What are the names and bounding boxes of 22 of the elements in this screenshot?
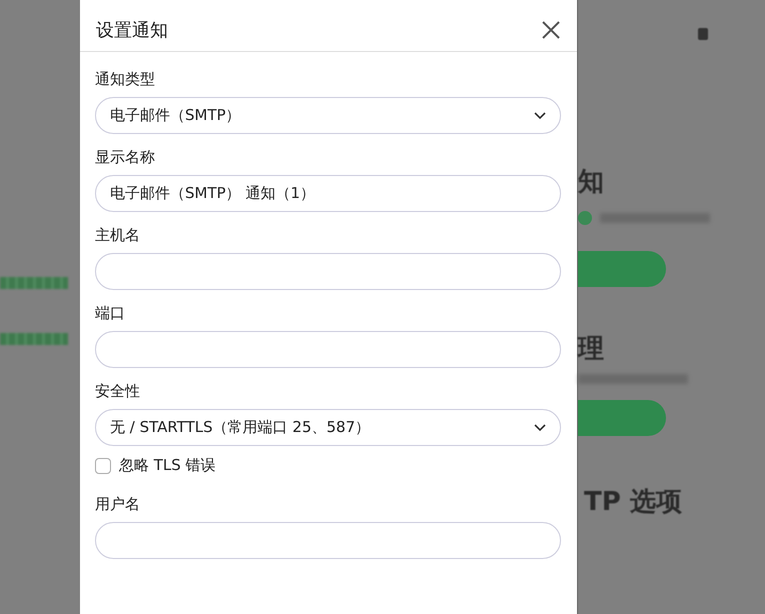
field-label: 端口 [95,304,126,322]
input-field[interactable] [95,253,561,290]
section-heading: 知 [578,166,604,199]
dialog-title: 设置通知 [96,19,168,42]
close-icon[interactable] [541,20,561,40]
field-label: 通知类型 [95,70,156,88]
field-label: 安全性 [95,382,141,400]
field-label: 主机名 [95,226,141,244]
toggle-icon [578,211,592,225]
section-heading: 理 [578,333,604,366]
input-field[interactable] [95,522,561,559]
input-field[interactable]: 电子邮件（SMTP） 通知（1） [95,175,561,212]
checkbox-label: 忽略 TLS 错误 [119,456,216,475]
select-field[interactable]: 电子邮件（SMTP） [95,97,561,134]
checkbox[interactable] [95,458,111,474]
chevron-down-icon [534,112,546,120]
field-label: 显示名称 [95,148,156,166]
input-field[interactable] [95,331,561,368]
chevron-down-icon [534,424,546,432]
section-heading: TP 选项 [584,486,682,519]
select-field[interactable]: 无 / STARTTLS（常用端口 25、587） [95,409,561,446]
field-label: 用户名 [95,495,141,513]
